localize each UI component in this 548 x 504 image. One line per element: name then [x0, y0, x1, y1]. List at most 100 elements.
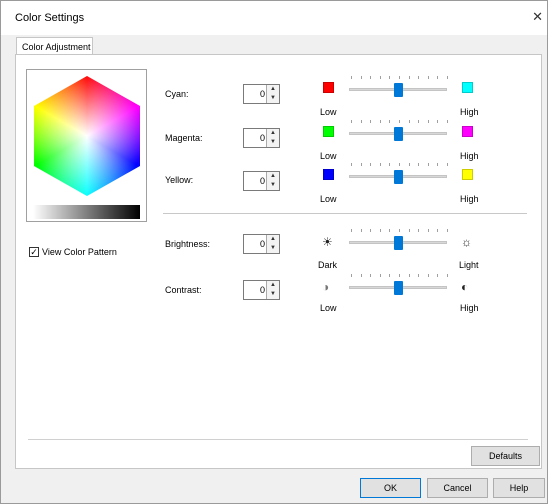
color-settings-dialog: Color Settings ✕ Color Adjustment ✓ View…	[0, 0, 548, 504]
slider-tick	[408, 76, 410, 79]
slider-tick	[408, 163, 410, 166]
cyan-spinbox[interactable]: 0 ▲ ▼	[243, 84, 280, 104]
slider-tick	[389, 120, 391, 123]
slider-tick	[360, 120, 362, 123]
grayscale-bar	[33, 205, 140, 219]
slider-tick	[399, 76, 400, 79]
defaults-button[interactable]: Defaults	[471, 446, 540, 466]
spin-down-icon[interactable]: ▼	[267, 290, 279, 299]
slider-tick	[360, 163, 362, 166]
slider-ticks	[351, 120, 448, 124]
slider-tick	[418, 163, 420, 166]
magenta-spinbox[interactable]: 0 ▲ ▼	[243, 128, 280, 148]
slider-tick	[351, 163, 352, 166]
section-divider	[163, 213, 527, 214]
slider-tick	[447, 76, 448, 79]
cyan-low-label: Low	[320, 107, 337, 117]
slider-tick	[408, 274, 410, 277]
slider-tick	[427, 229, 429, 232]
brightness-low-label: Dark	[318, 260, 338, 270]
magenta-slider-thumb[interactable]	[394, 127, 403, 141]
cyan-high-swatch	[462, 82, 473, 93]
slider-tick	[447, 229, 448, 232]
yellow-label: Yellow:	[165, 175, 194, 185]
slider-tick	[427, 274, 429, 277]
contrast-low-icon: ◑	[322, 280, 330, 294]
slider-tick	[418, 120, 420, 123]
contrast-low-label: Low	[320, 303, 337, 313]
help-button[interactable]: Help	[493, 478, 545, 498]
brightness-slider-thumb[interactable]	[394, 236, 403, 250]
magenta-label: Magenta:	[165, 133, 203, 143]
slider-tick	[360, 229, 362, 232]
yellow-high-swatch	[462, 169, 473, 180]
slider-tick	[360, 76, 362, 79]
cyan-value: 0	[259, 89, 265, 99]
yellow-low-swatch	[323, 169, 334, 180]
yellow-value: 0	[259, 176, 265, 186]
magenta-high-swatch	[462, 126, 473, 137]
slider-tick	[370, 163, 372, 166]
close-icon[interactable]: ✕	[532, 9, 543, 25]
view-color-pattern-checkbox[interactable]: ✓	[29, 247, 39, 257]
spin-down-icon[interactable]: ▼	[267, 138, 279, 147]
spin-down-icon[interactable]: ▼	[267, 94, 279, 103]
slider-tick	[437, 229, 439, 232]
cyan-low-swatch	[323, 82, 334, 93]
panel-divider	[28, 439, 528, 440]
color-hexagon	[31, 74, 143, 198]
slider-tick	[447, 120, 448, 123]
slider-tick	[351, 274, 352, 277]
contrast-label: Contrast:	[165, 285, 202, 295]
title-bar: Color Settings ✕	[1, 1, 547, 35]
slider-ticks	[351, 163, 448, 167]
yellow-spinbox[interactable]: 0 ▲ ▼	[243, 171, 280, 191]
slider-tick	[351, 76, 352, 79]
slider-tick	[427, 163, 429, 166]
slider-tick	[427, 120, 429, 123]
brightness-spinbox[interactable]: 0 ▲ ▼	[243, 234, 280, 254]
magenta-low-swatch	[323, 126, 334, 137]
dialog-title: Color Settings	[15, 12, 85, 24]
magenta-high-label: High	[460, 151, 479, 161]
slider-tick	[437, 120, 439, 123]
slider-tick	[408, 120, 410, 123]
slider-tick	[379, 120, 381, 123]
spin-down-icon[interactable]: ▼	[267, 244, 279, 253]
slider-tick	[351, 229, 352, 232]
brightness-high-label: Light	[459, 260, 479, 270]
slider-ticks	[351, 229, 448, 233]
spin-down-icon[interactable]: ▼	[267, 181, 279, 190]
slider-ticks	[351, 76, 448, 80]
cyan-label: Cyan:	[165, 89, 189, 99]
cancel-button[interactable]: Cancel	[427, 478, 488, 498]
sun-dark-icon: ☀	[322, 235, 333, 249]
contrast-slider-thumb[interactable]	[394, 281, 403, 295]
sun-light-icon: ☼	[461, 235, 472, 249]
tab-color-adjustment[interactable]: Color Adjustment	[16, 37, 93, 55]
slider-tick	[399, 120, 400, 123]
contrast-value: 0	[259, 285, 265, 295]
slider-tick	[399, 163, 400, 166]
yellow-high-label: High	[460, 194, 479, 204]
view-color-pattern-label: View Color Pattern	[42, 247, 117, 257]
slider-tick	[437, 163, 439, 166]
cyan-slider-thumb[interactable]	[394, 83, 403, 97]
slider-tick	[389, 274, 391, 277]
slider-tick	[399, 229, 400, 232]
slider-tick	[427, 76, 429, 79]
slider-tick	[399, 274, 400, 277]
slider-tick	[379, 274, 381, 277]
slider-tick	[418, 229, 420, 232]
slider-tick	[418, 274, 420, 277]
brightness-value: 0	[259, 239, 265, 249]
yellow-slider-thumb[interactable]	[394, 170, 403, 184]
contrast-spinbox[interactable]: 0 ▲ ▼	[243, 280, 280, 300]
yellow-low-label: Low	[320, 194, 337, 204]
slider-tick	[389, 229, 391, 232]
slider-tick	[351, 120, 352, 123]
ok-button[interactable]: OK	[360, 478, 421, 498]
slider-ticks	[351, 274, 448, 278]
slider-tick	[360, 274, 362, 277]
brightness-label: Brightness:	[165, 239, 211, 249]
